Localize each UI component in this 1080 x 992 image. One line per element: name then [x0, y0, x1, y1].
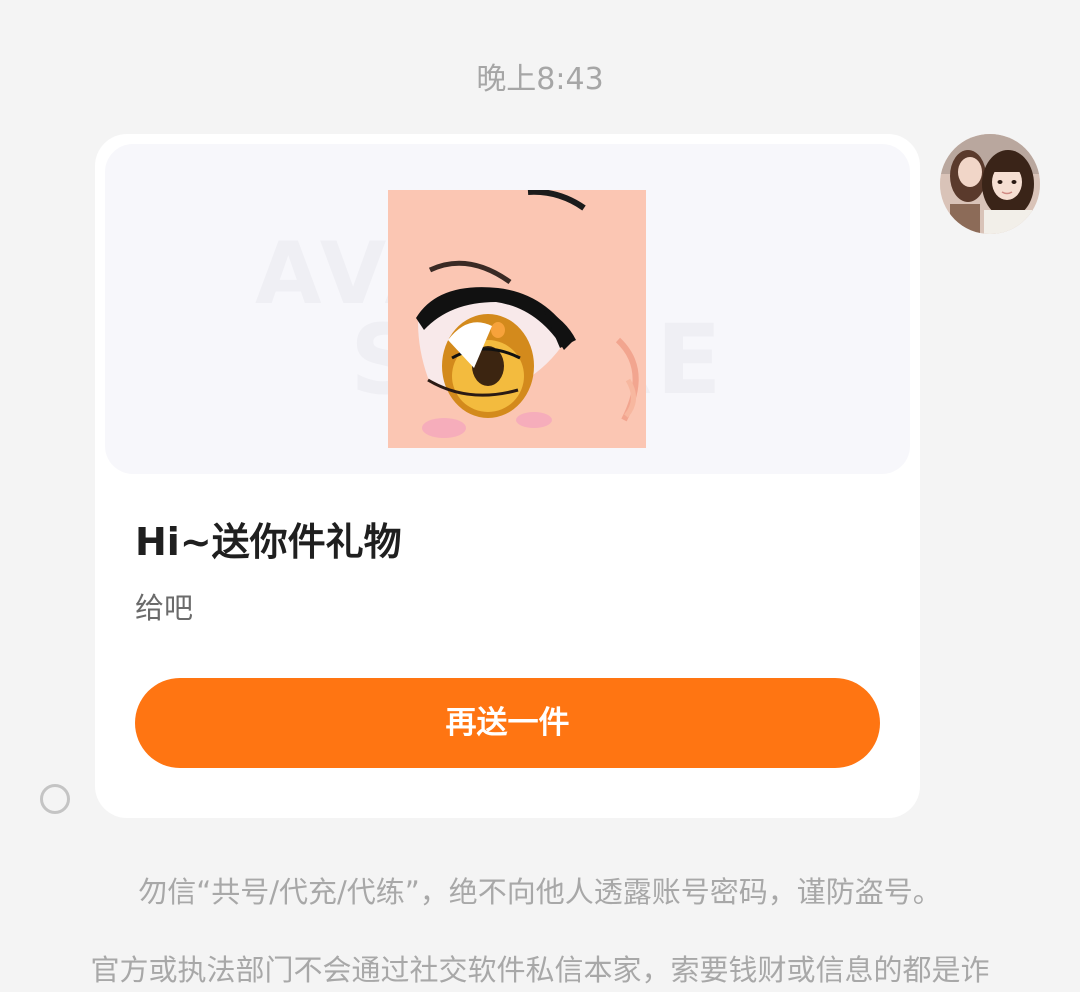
security-notice-line-1: 勿信“共号/代充/代练”，绝不向他人透露账号密码，谨防盗号。 [138, 875, 942, 909]
gift-card-title: Hi~送你件礼物 [135, 520, 402, 564]
select-message-checkbox[interactable] [40, 784, 70, 814]
user-avatar[interactable] [940, 134, 1040, 234]
avatar-photo-icon [940, 134, 1040, 234]
security-notice-line-2: 官方或执法部门不会通过社交软件私信本家，索要钱财或信息的都是诈 [90, 953, 990, 987]
gift-message-card[interactable]: AVATAR STORE [95, 134, 920, 818]
gift-card-subtitle: 给吧 [135, 591, 194, 625]
send-again-button[interactable]: 再送一件 [135, 678, 880, 768]
gift-banner: AVATAR STORE [105, 144, 910, 474]
anime-eye-image [388, 190, 646, 448]
timestamp: 晚上8:43 [476, 62, 604, 97]
